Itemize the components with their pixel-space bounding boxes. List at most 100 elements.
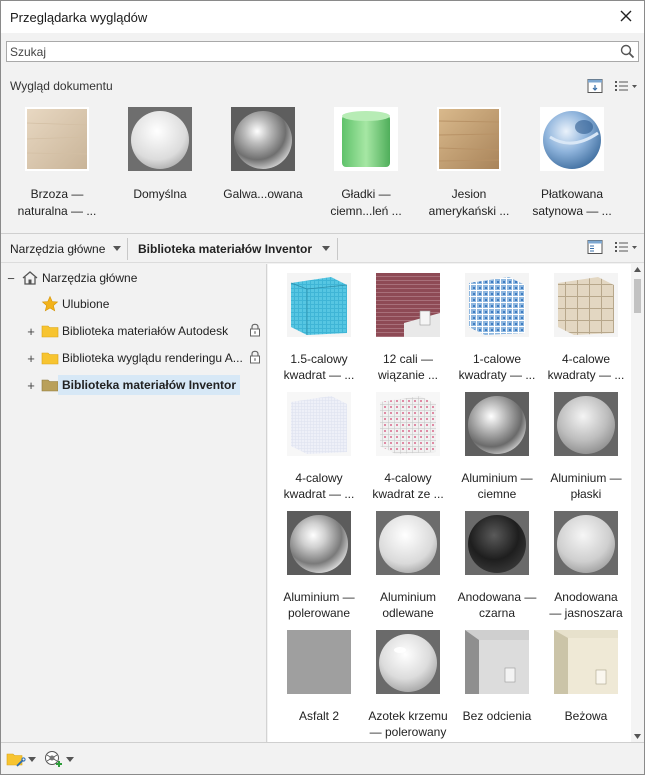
material-item[interactable]: 4-calowe kwadraty — ... xyxy=(542,273,630,383)
tree-item-rendering-library[interactable]: + Biblioteka wyglądu renderingu A... xyxy=(25,347,243,369)
tree-item-label: Ulubione xyxy=(62,297,110,311)
tree-item-autodesk-library[interactable]: + Biblioteka materiałów Autodesk xyxy=(25,320,228,342)
view-options-icon[interactable] xyxy=(614,78,640,94)
material-grid-scrollbar[interactable] xyxy=(631,264,644,742)
ash-wood-cube-thumbnail xyxy=(437,107,501,171)
material-item[interactable]: Beżowa xyxy=(542,630,630,724)
beige-tile-cube-thumbnail xyxy=(554,273,618,337)
blue-mosaic-cube-thumbnail xyxy=(465,273,529,337)
tree-item-inventor-library[interactable]: + Biblioteka materiałów Inventor xyxy=(25,374,241,396)
scroll-down-icon[interactable] xyxy=(634,734,641,739)
document-appearance-item[interactable]: Gładki — ciemn...leń ... xyxy=(316,107,416,220)
tree-item-label: Biblioteka wyglądu renderingu A... xyxy=(62,351,243,365)
document-appearances-header: Wygląd dokumentu xyxy=(10,79,113,93)
material-grid: 1.5-calowy kwadrat — ... 12 cali — wiąza… xyxy=(268,264,644,742)
tree-item-favorites[interactable]: Ulubione xyxy=(25,293,109,315)
material-label: Aluminium — ciemne xyxy=(461,471,533,501)
document-appearance-item[interactable]: Płatkowana satynowa — ... xyxy=(522,107,622,220)
document-appearance-item[interactable]: Jesion amerykański ... xyxy=(419,107,519,220)
material-label: 4-calowy kwadrat — ... xyxy=(283,471,355,501)
folder-icon xyxy=(41,379,59,392)
chevron-down-icon[interactable] xyxy=(66,756,74,762)
material-item[interactable]: 1.5-calowy kwadrat — ... xyxy=(275,273,363,383)
material-item[interactable]: Aluminium — ciemne xyxy=(453,392,541,502)
folder-icon xyxy=(41,325,59,338)
expand-icon[interactable]: + xyxy=(25,378,37,393)
flat-aluminum-sphere-thumbnail xyxy=(554,392,618,456)
star-icon xyxy=(41,295,59,312)
tree-item-label: Narzędzia główne xyxy=(42,271,138,285)
material-label: Beżowa xyxy=(564,709,608,723)
material-label: Aluminium — płaski xyxy=(550,471,622,501)
dotted-tile-cube-thumbnail xyxy=(376,392,440,456)
asphalt-swatch-thumbnail xyxy=(287,630,351,694)
no-tint-room-thumbnail xyxy=(465,630,529,694)
search-box xyxy=(6,41,639,62)
material-item[interactable]: Azotek krzemu — polerowany xyxy=(364,630,452,740)
chevron-down-icon[interactable] xyxy=(322,246,330,251)
cast-aluminum-sphere-thumbnail xyxy=(376,511,440,575)
tree-item-label: Biblioteka materiałów Autodesk xyxy=(62,324,229,338)
material-item[interactable]: 12 cali — wiązanie ... xyxy=(364,273,452,383)
white-tile-cube-thumbnail xyxy=(287,392,351,456)
document-appearance-item[interactable]: Galwa...owana xyxy=(213,107,313,203)
default-white-sphere-thumbnail xyxy=(128,107,192,171)
chevron-down-icon[interactable] xyxy=(113,246,121,251)
create-material-button[interactable] xyxy=(44,750,74,768)
material-item[interactable]: Anodowana — czarna xyxy=(453,511,541,621)
material-label: Aluminium — polerowane xyxy=(283,590,355,620)
material-item[interactable]: Aluminium — polerowane xyxy=(275,511,363,621)
material-item[interactable]: Asfalt 2 xyxy=(275,630,363,724)
material-item[interactable]: 4-calowy kwadrat ze ... xyxy=(364,392,452,502)
scrollbar-thumb[interactable] xyxy=(634,279,641,313)
light-gray-anodized-sphere-thumbnail xyxy=(554,511,618,575)
material-label: Anodowana — czarna xyxy=(457,590,537,620)
toolbar-divider xyxy=(127,238,128,260)
document-appearance-item[interactable]: Domyślna xyxy=(110,107,210,203)
library-dropdown-home[interactable]: Narzędzia główne xyxy=(10,242,105,256)
dark-aluminum-sphere-thumbnail xyxy=(465,392,529,456)
beige-room-thumbnail xyxy=(554,630,618,694)
material-item[interactable]: Aluminium — płaski xyxy=(542,392,630,502)
search-input[interactable] xyxy=(10,43,610,60)
material-label: 1-calowe kwadraty — ... xyxy=(458,352,536,382)
expand-icon[interactable]: + xyxy=(25,324,37,339)
folder-wrench-icon xyxy=(6,753,26,767)
tree-item-home[interactable]: − Narzędzia główne xyxy=(5,267,137,289)
library-panel-toggle-icon[interactable] xyxy=(586,239,604,255)
search-icon[interactable] xyxy=(619,43,636,60)
collapse-icon[interactable]: − xyxy=(5,271,17,286)
material-item[interactable]: Aluminium odlewane xyxy=(364,511,452,621)
manage-library-button[interactable] xyxy=(6,750,36,768)
create-document-appearance-icon[interactable] xyxy=(586,78,604,94)
close-icon[interactable] xyxy=(617,7,635,25)
search-bar xyxy=(1,33,644,69)
material-label: Azotek krzemu — polerowany xyxy=(368,709,448,739)
document-appearance-label: Brzoza — naturalna — ... xyxy=(17,187,97,218)
material-item[interactable]: 1-calowe kwadraty — ... xyxy=(453,273,541,383)
library-view-options-icon[interactable] xyxy=(614,239,640,255)
document-appearance-item[interactable]: Brzoza — naturalna — ... xyxy=(7,107,107,220)
material-label: Bez odcienia xyxy=(462,709,532,723)
expand-icon[interactable]: + xyxy=(25,351,37,366)
blue-satin-sphere-thumbnail xyxy=(540,107,604,171)
create-material-icon xyxy=(45,751,62,767)
document-appearance-label: Płatkowana satynowa — ... xyxy=(532,187,612,218)
birch-wood-cube-thumbnail xyxy=(25,107,89,171)
document-appearances-grid: Brzoza — naturalna — ... Domyślna Galwa. xyxy=(1,107,644,227)
lock-icon xyxy=(250,323,260,337)
document-appearance-label: Domyślna xyxy=(133,187,187,201)
document-appearance-label: Gładki — ciemn...leń ... xyxy=(330,187,402,218)
material-label: 1.5-calowy kwadrat — ... xyxy=(283,352,355,382)
window-title: Przeglądarka wyglądów xyxy=(10,10,148,25)
scroll-up-icon[interactable] xyxy=(634,267,641,272)
material-label: 4-calowe kwadraty — ... xyxy=(547,352,625,382)
library-dropdown-inventor[interactable]: Biblioteka materiałów Inventor xyxy=(138,242,312,256)
material-item[interactable]: Anodowana — jasnoszara xyxy=(542,511,630,621)
chevron-down-icon[interactable] xyxy=(28,756,36,762)
brick-wall-thumbnail xyxy=(376,273,440,337)
material-item[interactable]: 4-calowy kwadrat — ... xyxy=(275,392,363,502)
silicon-nitride-sphere-thumbnail xyxy=(376,630,440,694)
document-appearances-section: Wygląd dokumentu Brzoza — naturalna — ..… xyxy=(1,69,644,233)
material-item[interactable]: Bez odcienia xyxy=(453,630,541,724)
